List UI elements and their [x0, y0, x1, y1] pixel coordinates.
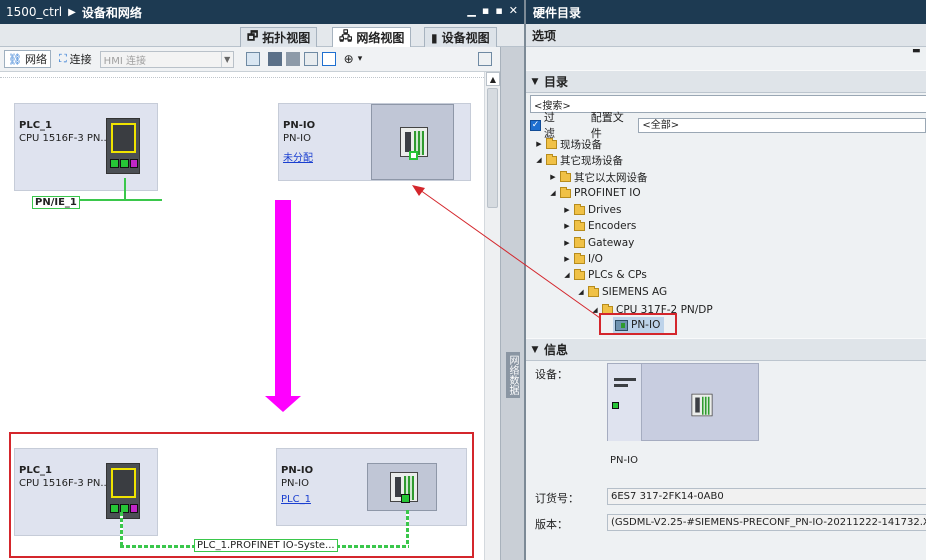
drag-pointer-line: [419, 189, 601, 319]
drag-pointer-overlay: [412, 185, 601, 319]
app-root: 1500_ctrl ▶ 设备和网络 ▁ ▪ ▪ ✕ 🗗 拓扑视图 🖧 网络视图 …: [0, 0, 926, 560]
drag-pointer-arrowhead: [412, 185, 425, 196]
